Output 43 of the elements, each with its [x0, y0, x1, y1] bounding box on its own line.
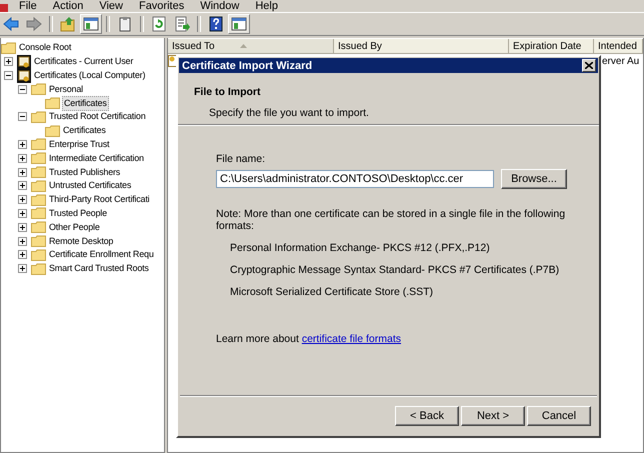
- page-heading: File to Import: [194, 86, 262, 98]
- menu-item[interactable]: Window: [192, 0, 248, 12]
- column-header[interactable]: Expiration Date: [509, 39, 594, 54]
- tree-item[interactable]: Certificates - Current User: [33, 55, 134, 68]
- tree-item[interactable]: Personal: [48, 82, 84, 96]
- menu-item[interactable]: Action: [44, 0, 92, 12]
- help-link[interactable]: certificate file formats: [302, 333, 402, 345]
- tree-item[interactable]: Trusted Publishers: [48, 166, 122, 179]
- column-header[interactable]: Issued To: [168, 39, 334, 54]
- tree-item[interactable]: Certificates: [62, 124, 107, 138]
- tree-item[interactable]: Certificates: [62, 96, 109, 111]
- tree-item[interactable]: Enterprise Trust: [48, 138, 110, 151]
- tree-item[interactable]: Remote Desktop: [48, 234, 114, 248]
- note-text: Note: More than one certificate can be stored in a single file in the following formats:: [216, 208, 566, 232]
- table-cell-text: erver Au: [601, 56, 640, 66]
- file-name-field[interactable]: C:\Users\administrator.CONTOSO\Desktop\cc.cer: [216, 170, 494, 188]
- field-label: File name:: [216, 153, 266, 165]
- tree-item[interactable]: Untrusted Certificates: [48, 179, 132, 192]
- menu-item[interactable]: View: [91, 0, 131, 12]
- wizard-button[interactable]: < Back: [395, 406, 459, 426]
- tree-item[interactable]: Trusted People: [48, 206, 108, 220]
- format-item: Cryptographic Message Syntax Standard- PKCS #7 Certificates (.P7B): [230, 264, 560, 276]
- learn-more-text: Learn more about certificate file formats: [216, 333, 402, 345]
- format-item: Microsoft Serialized Certificate Store (.SST): [230, 286, 434, 298]
- column-header[interactable]: Issued By: [334, 39, 509, 54]
- tree-item[interactable]: Trusted Root Certification: [48, 110, 147, 124]
- browse-button[interactable]: Browse...: [501, 169, 567, 189]
- tree-item[interactable]: Third-Party Root Certificati: [48, 193, 150, 206]
- format-item: Personal Information Exchange- PKCS #12 (.PFX,.P12): [230, 242, 491, 254]
- tree-item[interactable]: Certificate Enrollment Requ: [48, 248, 155, 262]
- menu-item[interactable]: Favorites: [130, 0, 192, 12]
- column-header[interactable]: Intended: [594, 39, 643, 54]
- wizard-button[interactable]: Next >: [461, 406, 525, 426]
- menu-item[interactable]: File: [11, 0, 45, 12]
- wizard-button[interactable]: Cancel: [527, 406, 591, 426]
- tree-item[interactable]: Certificates (Local Computer): [33, 68, 146, 82]
- tree-item[interactable]: Other People: [48, 220, 101, 234]
- window-title: Certificate Import Wizard: [182, 60, 312, 72]
- tree-item[interactable]: Intermediate Certification: [48, 152, 145, 165]
- tree-item[interactable]: Console Root: [18, 41, 72, 54]
- tree-item[interactable]: Smart Card Trusted Roots: [48, 262, 150, 276]
- page-subheading: Specify the file you want to import.: [208, 106, 370, 119]
- menu-item[interactable]: Help: [247, 0, 286, 12]
